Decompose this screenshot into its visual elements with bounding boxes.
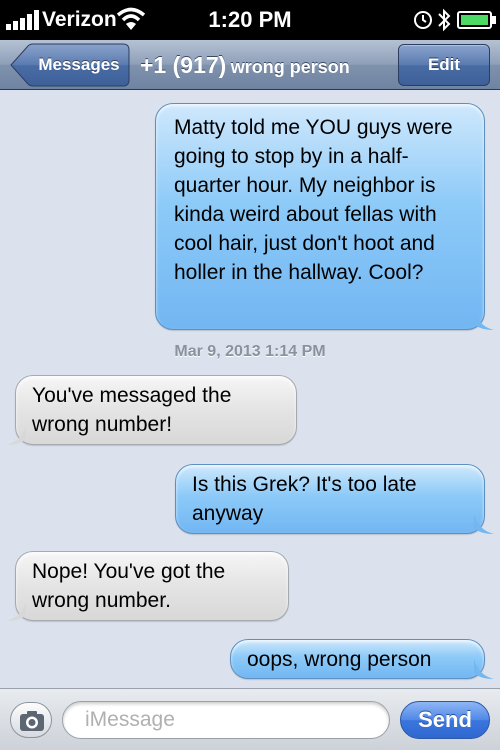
message-text: Is this Grek? It's too late anyway [192,473,417,525]
status-bar: Verizon 1:20 PM [0,0,500,40]
bluetooth-icon [438,8,451,32]
contact-number: +1 (917) [140,52,227,78]
back-button-label: Messages [38,55,120,74]
send-button[interactable]: Send [400,701,490,739]
message-bubble-outgoing[interactable]: Matty told me YOU guys were going to sto… [155,103,494,330]
bubble-tail [474,514,494,534]
bubble-tail [474,310,494,330]
camera-icon [20,711,44,731]
bubble-tail [6,601,26,621]
edit-button[interactable]: Edit [398,44,490,86]
message-bubble-outgoing[interactable]: Is this Grek? It's too late anyway [175,464,494,534]
camera-button[interactable] [10,702,52,738]
message-timestamp: Mar 9, 2013 1:14 PM [174,343,326,360]
back-button[interactable]: Messages [10,43,130,87]
message-text: You've messaged the wrong number! [32,384,232,436]
bubble-tail [474,659,494,679]
message-bubble-incoming[interactable]: You've messaged the wrong number! [6,375,297,445]
contact-name: wrong person [230,57,350,77]
conversation-view[interactable]: Matty told me YOU guys were going to sto… [0,91,500,688]
clock-icon [414,11,432,29]
navigation-bar: Messages +1 (917) wrong person Edit [0,40,500,90]
message-text: oops, wrong person [247,648,432,671]
message-bubble-incoming[interactable]: Nope! You've got the wrong number. [6,551,289,621]
message-bubble-outgoing[interactable]: oops, wrong person [230,639,494,679]
battery-icon [457,11,496,29]
bubble-tail [6,425,26,445]
message-text: Nope! You've got the wrong number. [32,560,226,612]
conversation-title: +1 (917) wrong person [140,40,350,90]
message-text: Matty told me YOU guys were going to sto… [174,116,453,284]
message-input-bar: Send [0,688,500,750]
imessage-input[interactable] [62,701,390,739]
